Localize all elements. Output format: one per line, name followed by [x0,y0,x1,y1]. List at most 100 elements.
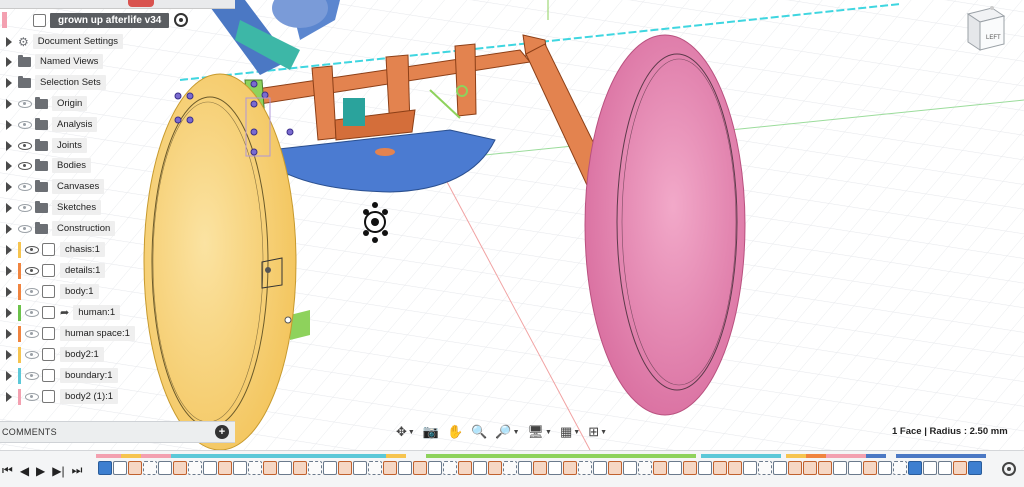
timeline-feature-icon[interactable] [548,461,562,475]
browser-item-sketches[interactable]: Sketches [0,198,102,217]
timeline-feature-icon[interactable] [98,461,112,475]
timeline-feature-icon[interactable] [683,461,697,475]
visibility-eye-icon[interactable] [25,287,39,296]
expand-arrow-icon[interactable] [6,265,12,276]
timeline-feature-icon[interactable] [323,461,337,475]
play-icon[interactable]: ▶ [36,464,45,478]
browser-item-analysis[interactable]: Analysis [0,115,98,134]
timeline-feature-icon[interactable] [563,461,577,475]
timeline-feature-icon[interactable] [833,461,847,475]
expand-arrow-icon[interactable] [6,202,12,213]
expand-arrow-icon[interactable] [6,370,12,381]
fit-button[interactable]: 🔎 ▼ [492,423,522,441]
visibility-eye-icon[interactable] [18,120,32,129]
expand-arrow-icon[interactable] [6,56,12,67]
timeline-feature-icon[interactable] [758,461,772,475]
browser-item-joints[interactable]: Joints [0,136,87,155]
timeline-feature-icon[interactable] [968,461,982,475]
pink-wheel[interactable] [584,34,746,416]
browser-item-canvases[interactable]: Canvases [0,177,105,196]
seat-pivot[interactable] [375,148,395,156]
view-cube-left[interactable] [979,15,1005,51]
browser-item-construction[interactable]: Construction [0,219,116,238]
model-canvas[interactable] [0,0,1024,450]
grid-settings-button[interactable]: ▦ ▼ [557,423,583,441]
step-forward-icon[interactable]: ▶| [52,464,64,478]
browser-item-document-settings[interactable]: ⚙ Document Settings [0,32,124,51]
timeline-feature-icon[interactable] [743,461,757,475]
visibility-eye-icon[interactable] [25,245,39,254]
browser-item-body[interactable]: body:1 [0,282,99,301]
timeline-feature-icon[interactable] [698,461,712,475]
timeline-feature-icon[interactable] [713,461,727,475]
timeline-feature-icon[interactable] [428,461,442,475]
timeline-feature-icon[interactable] [173,461,187,475]
view-cube-home-icon[interactable] [990,6,994,10]
timeline-feature-icon[interactable] [188,461,202,475]
timeline-feature-icon[interactable] [398,461,412,475]
timeline-feature-icon[interactable] [623,461,637,475]
expand-arrow-icon[interactable] [6,119,12,130]
expand-arrow-icon[interactable] [6,286,12,297]
browser-item-bodies[interactable]: Bodies [0,156,92,175]
timeline-feature-icon[interactable] [593,461,607,475]
timeline-feature-icon[interactable] [443,461,457,475]
activate-target-icon[interactable] [174,13,189,27]
browser-item-human[interactable]: ➦ human:1 [0,303,121,322]
expand-arrow-icon[interactable] [6,244,12,255]
capture-image-button[interactable]: 📷 [420,423,442,441]
browser-item-selection-sets[interactable]: Selection Sets [0,73,106,92]
viewports-button[interactable]: ⊞ ▼ [585,423,610,441]
expand-arrow-icon[interactable] [6,36,12,47]
yellow-wheel[interactable] [143,73,297,450]
timeline-feature-icon[interactable] [128,461,142,475]
timeline-feature-icon[interactable] [863,461,877,475]
pan-button[interactable]: ✋ [444,423,466,441]
expand-arrow-icon[interactable] [6,328,12,339]
timeline-feature-icon[interactable] [878,461,892,475]
timeline-feature-icon[interactable] [848,461,862,475]
step-back-icon[interactable]: ◀ [20,464,29,478]
timeline-feature-icon[interactable] [533,461,547,475]
canvas-viewport[interactable] [0,0,1024,450]
timeline-feature-icon[interactable] [638,461,652,475]
timeline-feature-icon[interactable] [923,461,937,475]
timeline-feature-icon[interactable] [473,461,487,475]
teal-block[interactable] [343,98,365,126]
visibility-eye-icon[interactable] [18,161,32,170]
timeline-feature-icon[interactable] [353,461,367,475]
timeline-feature-icon[interactable] [218,461,232,475]
timeline-feature-icon[interactable] [413,461,427,475]
comments-panel[interactable]: COMMENTS + [0,421,235,443]
expand-arrow-icon[interactable] [6,307,12,318]
visibility-eye-icon[interactable] [18,203,32,212]
zoom-button[interactable]: 🔍 [468,423,490,441]
visibility-eye-icon[interactable] [25,371,39,380]
visibility-eye-icon[interactable] [25,308,39,317]
timeline-feature-icon[interactable] [653,461,667,475]
timeline-feature-icon[interactable] [893,461,907,475]
timeline-feature-icon[interactable] [938,461,952,475]
add-comment-button[interactable]: + [215,425,229,439]
timeline-feature-icon[interactable] [788,461,802,475]
timeline-feature-icon[interactable] [488,461,502,475]
visibility-eye-icon[interactable] [25,350,39,359]
expand-arrow-icon[interactable] [6,223,12,234]
timeline-feature-icon[interactable] [143,461,157,475]
expand-arrow-icon[interactable] [6,160,12,171]
timeline-feature-icon[interactable] [773,461,787,475]
timeline-feature-icon[interactable] [263,461,277,475]
browser-item-human-space[interactable]: human space:1 [0,324,135,343]
expand-arrow-icon[interactable] [6,140,12,151]
browser-item-details[interactable]: details:1 [0,261,106,280]
timeline-feature-icon[interactable] [368,461,382,475]
timeline-feature-icon[interactable] [953,461,967,475]
visibility-eye-icon[interactable] [25,392,39,401]
visibility-eye-icon[interactable] [25,266,39,275]
timeline-feature-icon[interactable] [248,461,262,475]
expand-arrow-icon[interactable] [6,349,12,360]
timeline-feature-icon[interactable] [668,461,682,475]
expand-arrow-icon[interactable] [6,391,12,402]
browser-item-chasis[interactable]: chasis:1 [0,240,105,259]
browser-item-boundary[interactable]: boundary:1 [0,366,118,385]
